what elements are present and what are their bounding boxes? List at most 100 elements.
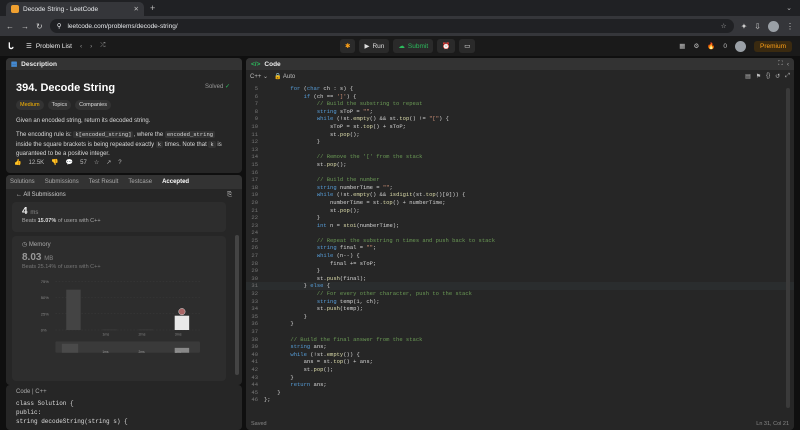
submit-button[interactable]: ☁ Submit (393, 39, 434, 53)
code-line[interactable]: 16 (246, 169, 794, 177)
site-info-icon[interactable]: ⚲ (57, 22, 62, 30)
leetcode-logo-icon[interactable]: ᒐ (8, 41, 18, 51)
memory-card[interactable]: ◷ Memory 8.03 MB Beats 25.14% of users w… (12, 236, 226, 381)
code-line[interactable]: 9 while (!st.empty() && st.top() != "[")… (246, 115, 794, 123)
maximize-icon[interactable]: ⛶ (778, 60, 783, 68)
url-text[interactable]: leetcode.com/problems/decode-string/ (67, 23, 177, 30)
code-line[interactable]: 26 string final = ""; (246, 244, 794, 252)
tab-testcase[interactable]: Testcase (128, 179, 152, 185)
new-tab-button[interactable]: + (150, 3, 155, 13)
prev-problem-icon[interactable]: ‹ (80, 43, 82, 50)
language-select[interactable]: C++ ⌄ (250, 73, 268, 80)
code-tab[interactable]: Code (264, 61, 280, 68)
code-line[interactable]: 37 (246, 328, 794, 336)
code-line[interactable]: 44 return ans; (246, 381, 794, 389)
all-submissions-link[interactable]: ← All Submissions (16, 192, 66, 199)
code-content[interactable]: 5 for (char ch : s) {6 if (ch == ']') {7… (246, 85, 794, 415)
extensions-icon[interactable]: ✦ (741, 22, 748, 31)
code-line[interactable]: 20 numberTime = st.top() + numberTime; (246, 199, 794, 207)
difficulty-tag[interactable]: Medium (16, 100, 44, 110)
collapse-icon[interactable]: ‹ (787, 61, 789, 68)
auto-mode[interactable]: 🔒 Auto (274, 73, 295, 80)
notes-icon[interactable]: ▤ (745, 73, 751, 80)
code-line[interactable]: 19 while (!st.empty() && isdigit(st.top(… (246, 191, 794, 199)
reload-icon[interactable]: ↻ (36, 22, 43, 31)
code-line[interactable]: 36 } (246, 320, 794, 328)
code-line[interactable]: 5 for (char ch : s) { (246, 85, 794, 93)
code-line[interactable]: 25 // Repeat the substring n times and p… (246, 237, 794, 245)
browser-menu-icon[interactable]: ⋮ (786, 22, 794, 31)
back-icon[interactable]: ← (6, 22, 14, 31)
editor-scrollbar[interactable] (786, 88, 790, 408)
code-line[interactable]: 27 while (n--) { (246, 252, 794, 260)
code-line[interactable]: 11 st.pop(); (246, 131, 794, 139)
run-button[interactable]: ▶ Run (359, 39, 390, 53)
tab-search-icon[interactable]: ⌄ (786, 4, 792, 12)
tab-submissions[interactable]: Submissions (45, 179, 79, 185)
debug-button[interactable]: ✱ (340, 39, 356, 53)
timer-button[interactable]: ⏰ (437, 39, 456, 53)
code-line[interactable]: 24 (246, 229, 794, 237)
dislike-icon[interactable]: 👎 (51, 159, 58, 166)
share-link-icon[interactable]: ⎘ (227, 192, 232, 199)
forward-icon[interactable]: → (21, 22, 29, 31)
code-line[interactable]: 35 } (246, 313, 794, 321)
next-problem-icon[interactable]: › (90, 43, 92, 50)
code-line[interactable]: 45 } (246, 389, 794, 397)
code-line[interactable]: 42 st.pop(); (246, 366, 794, 374)
description-tab[interactable]: Description (21, 61, 57, 68)
code-line[interactable]: 12 } (246, 138, 794, 146)
notes-button[interactable]: ▭ (459, 39, 476, 53)
format-icon[interactable]: {} (766, 73, 770, 80)
code-line[interactable]: 13 (246, 146, 794, 154)
code-line[interactable]: 40 while (!st.empty()) { (246, 351, 794, 359)
premium-button[interactable]: Premium (753, 40, 792, 52)
omnibox[interactable]: ⚲ leetcode.com/problems/decode-string/ ☆ (49, 19, 734, 33)
bookmark-icon[interactable]: ⚑ (756, 73, 761, 80)
reset-icon[interactable]: ↺ (775, 73, 780, 80)
code-line[interactable]: 23 int n = stoi(numberTime); (246, 222, 794, 230)
companies-tag[interactable]: Companies (75, 100, 111, 110)
code-line[interactable]: 31 } else { (246, 282, 794, 291)
tab-accepted[interactable]: Accepted (162, 179, 189, 185)
like-icon[interactable]: 👍 (14, 159, 21, 166)
shuffle-icon[interactable]: ⤮ (100, 42, 105, 50)
star-icon[interactable]: ☆ (94, 159, 99, 166)
downloads-icon[interactable]: ⇩ (754, 22, 761, 31)
code-line[interactable]: 28 final += sToP; (246, 260, 794, 268)
code-line[interactable]: 6 if (ch == ']') { (246, 93, 794, 101)
code-line[interactable]: 38 // Build the final answer from the st… (246, 336, 794, 344)
code-line[interactable]: 17 // Build the number (246, 176, 794, 184)
comment-icon[interactable]: 💬 (66, 159, 73, 166)
code-line[interactable]: 30 st.push(final); (246, 275, 794, 283)
code-line[interactable]: 7 // Build the substring to repeat (246, 100, 794, 108)
code-line[interactable]: 15 st.pop(); (246, 161, 794, 169)
code-line[interactable]: 8 string sToP = ""; (246, 108, 794, 116)
code-line[interactable]: 22 } (246, 214, 794, 222)
topics-tag[interactable]: Topics (47, 100, 72, 110)
bookmark-star-icon[interactable]: ☆ (721, 22, 727, 30)
code-line[interactable]: 34 st.push(temp); (246, 305, 794, 313)
code-line[interactable]: 33 string temp(1, ch); (246, 298, 794, 306)
code-line[interactable]: 18 string numberTime = ""; (246, 184, 794, 192)
code-line[interactable]: 41 ans = st.top() + ans; (246, 358, 794, 366)
code-line[interactable]: 32 // For every other character, push to… (246, 290, 794, 298)
code-line[interactable]: 43 } (246, 374, 794, 382)
close-tab-icon[interactable]: ✕ (134, 5, 139, 13)
tab-solutions[interactable]: Solutions (10, 179, 35, 185)
fullscreen-icon[interactable]: ⤢ (785, 73, 790, 80)
code-line[interactable]: 39 string ans; (246, 343, 794, 351)
profile-avatar[interactable] (768, 20, 779, 32)
tab-test-result[interactable]: Test Result (89, 179, 119, 185)
code-line[interactable]: 14 // Remove the '[' from the stack (246, 153, 794, 161)
problem-list-button[interactable]: ☰ Problem List (26, 42, 72, 51)
code-line[interactable]: 29 } (246, 267, 794, 275)
code-line[interactable]: 10 sToP = st.top() + sToP; (246, 123, 794, 131)
user-avatar[interactable] (734, 40, 746, 52)
layout-icon[interactable]: ▦ (679, 42, 685, 50)
settings-icon[interactable]: ⚙ (693, 42, 699, 50)
browser-tab[interactable]: Decode String - LeetCode ✕ (6, 2, 144, 16)
code-line[interactable]: 46}; (246, 396, 794, 404)
help-icon[interactable]: ? (118, 160, 121, 166)
code-line[interactable]: 21 st.pop(); (246, 207, 794, 215)
